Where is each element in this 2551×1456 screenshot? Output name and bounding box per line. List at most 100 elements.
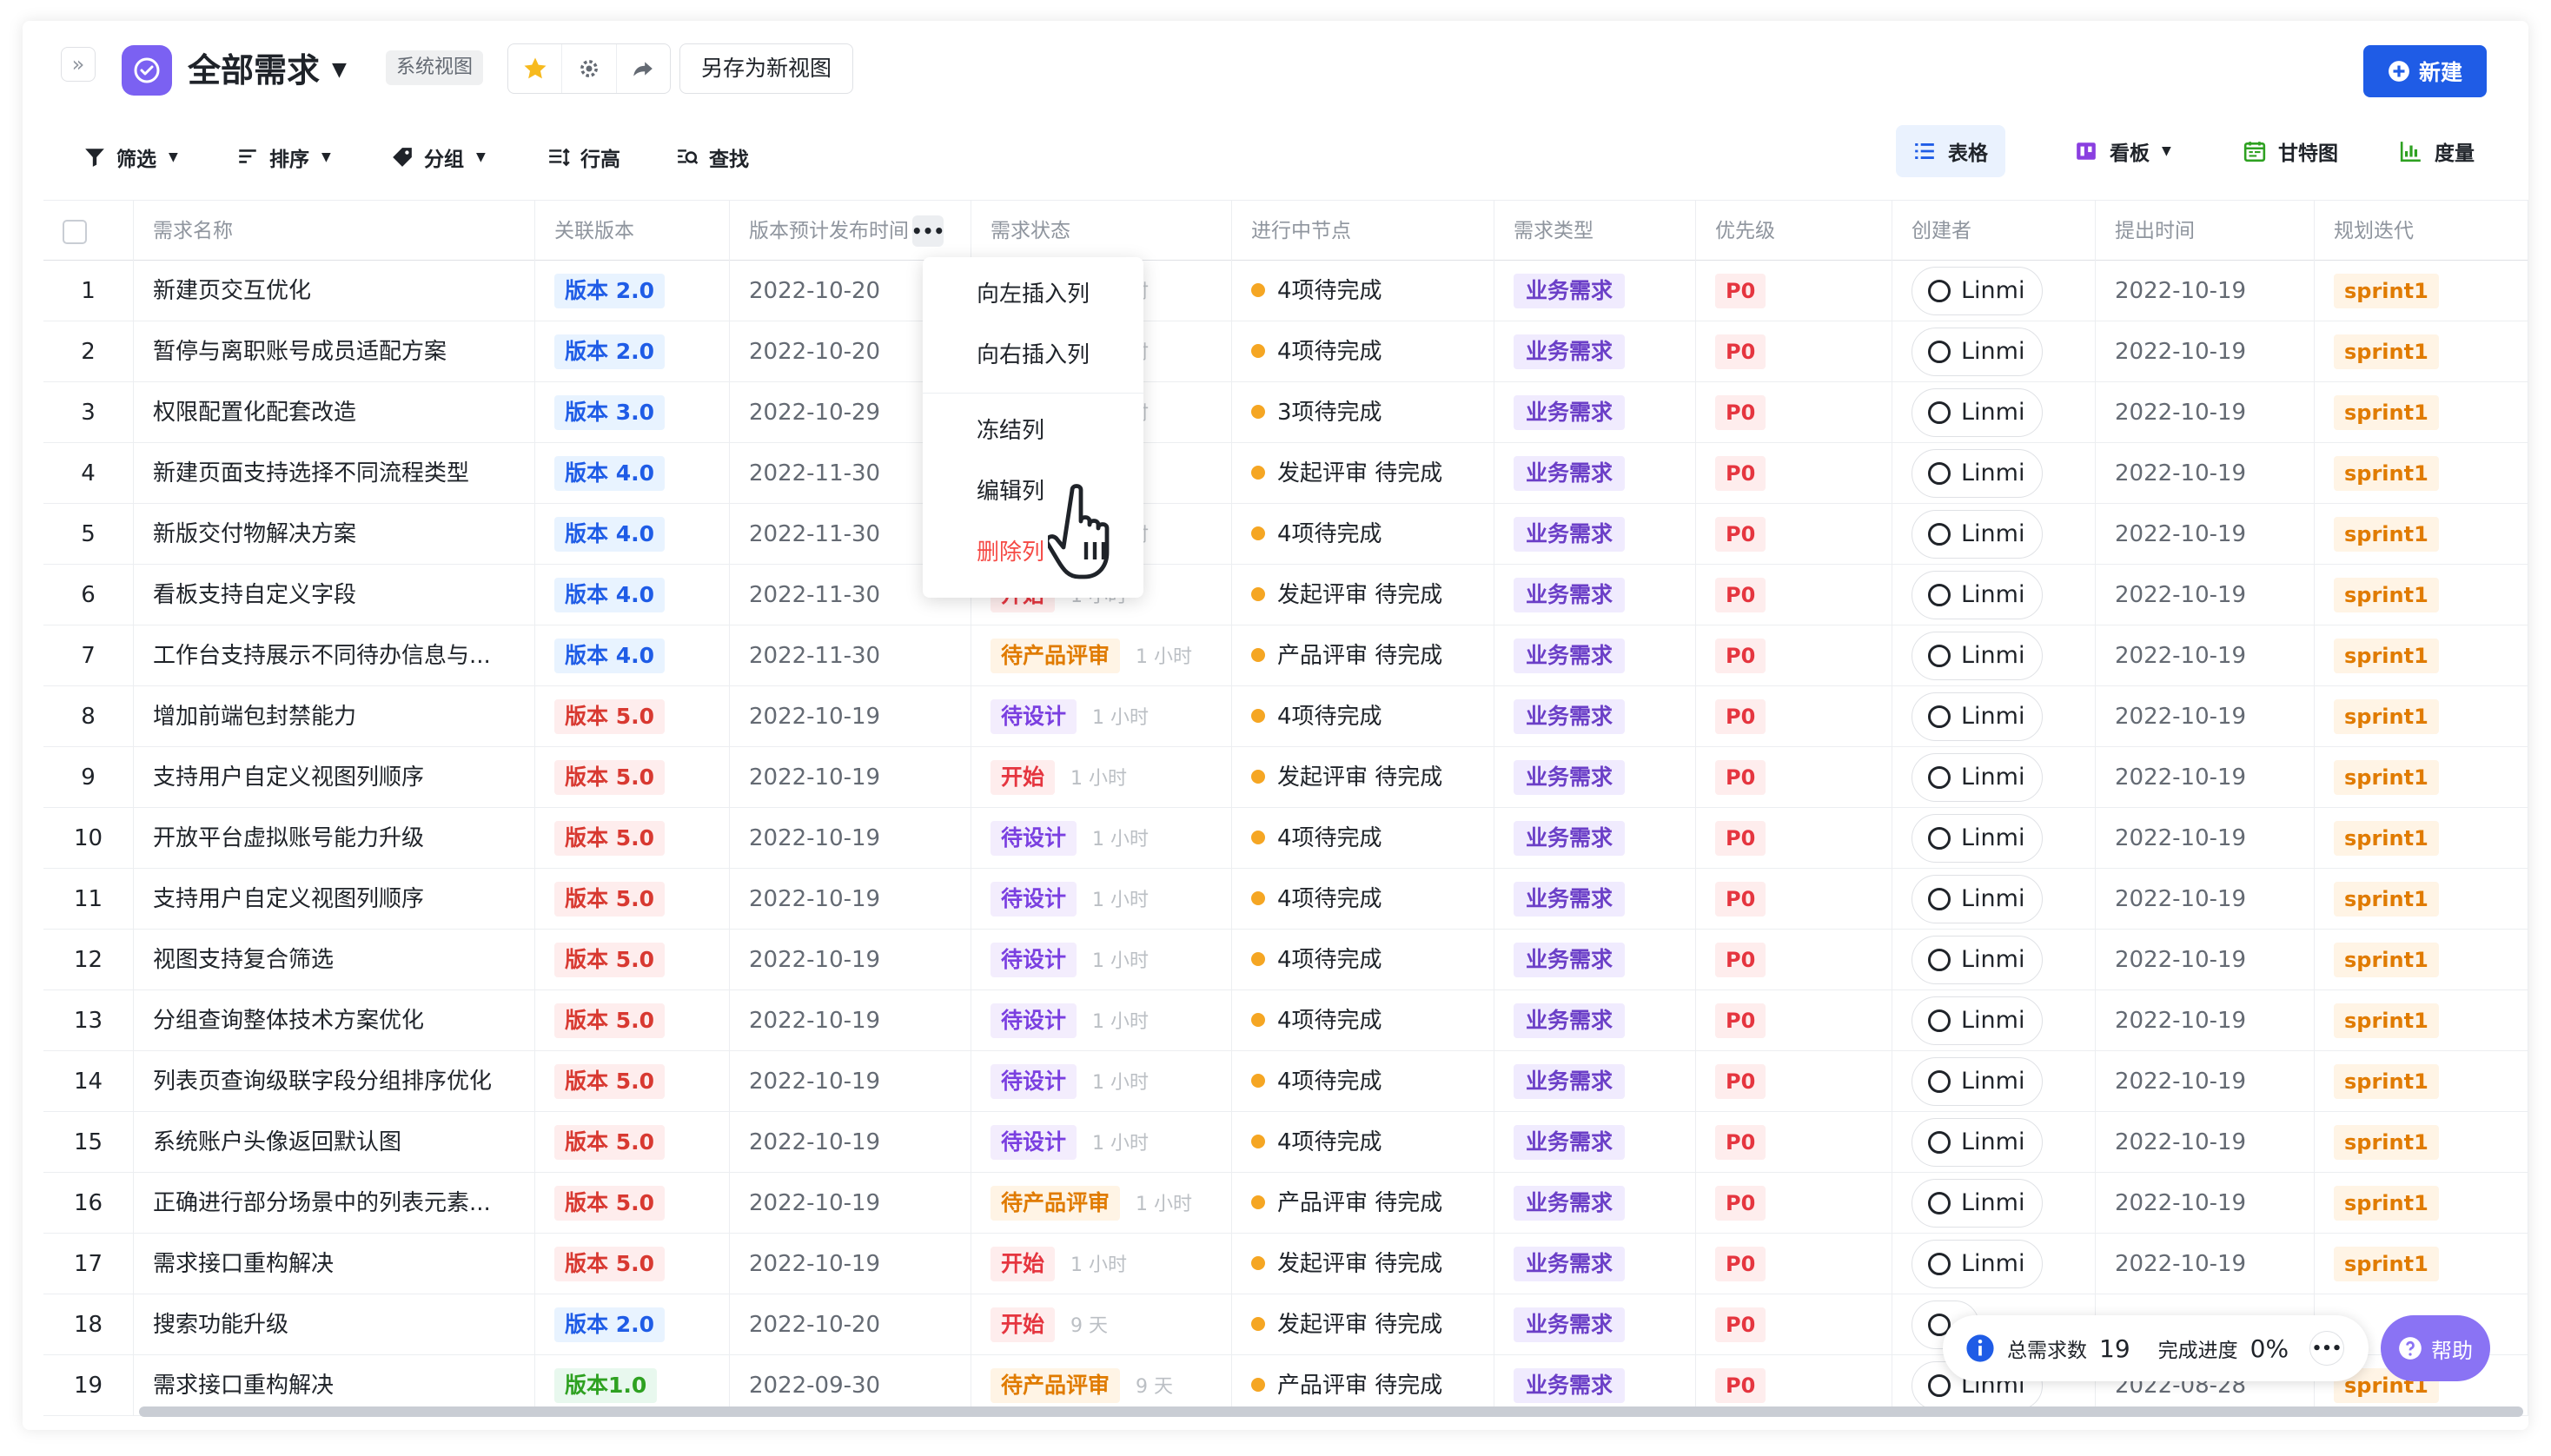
- created-cell[interactable]: 2022-10-19: [2096, 747, 2315, 808]
- type-cell[interactable]: 业务需求: [1494, 625, 1696, 686]
- sprint-cell[interactable]: sprint1: [2315, 321, 2528, 382]
- row-number-cell[interactable]: 15: [43, 1112, 134, 1173]
- type-cell[interactable]: 业务需求: [1494, 261, 1696, 321]
- row-number-cell[interactable]: 8: [43, 686, 134, 747]
- name-cell[interactable]: 新建页面支持选择不同流程类型: [134, 443, 535, 504]
- creator-cell[interactable]: Linmi: [1892, 504, 2096, 565]
- node-cell[interactable]: 发起评审 待完成: [1232, 1234, 1494, 1294]
- type-cell[interactable]: 业务需求: [1494, 1294, 1696, 1355]
- tab-table[interactable]: 表格: [1896, 125, 2005, 177]
- node-cell[interactable]: 发起评审 待完成: [1232, 1294, 1494, 1355]
- table-row[interactable]: 5新版交付物解决方案版本 4.02022-11-30待设计1 小时4项待完成业务…: [43, 504, 2528, 565]
- sprint-cell[interactable]: sprint1: [2315, 1234, 2528, 1294]
- type-cell[interactable]: 业务需求: [1494, 686, 1696, 747]
- version-cell[interactable]: 版本 3.0: [535, 382, 730, 443]
- version-cell[interactable]: 版本 5.0: [535, 990, 730, 1051]
- creator-cell[interactable]: Linmi: [1892, 869, 2096, 930]
- sprint-cell[interactable]: sprint1: [2315, 382, 2528, 443]
- release-date-cell[interactable]: 2022-10-19: [730, 808, 971, 869]
- sprint-cell[interactable]: sprint1: [2315, 1173, 2528, 1234]
- table-row[interactable]: 1新建页交互优化版本 2.02022-10-20待设计1 小时4项待完成业务需求…: [43, 261, 2528, 321]
- name-cell[interactable]: 分组查询整体技术方案优化: [134, 990, 535, 1051]
- type-cell[interactable]: 业务需求: [1494, 1234, 1696, 1294]
- node-cell[interactable]: 4项待完成: [1232, 261, 1494, 321]
- node-cell[interactable]: 4项待完成: [1232, 686, 1494, 747]
- name-cell[interactable]: 暂停与离职账号成员适配方案: [134, 321, 535, 382]
- status-cell[interactable]: 开始 1 小时: [971, 747, 1232, 808]
- horizontal-scrollbar[interactable]: [139, 1406, 2523, 1417]
- row-number-cell[interactable]: 16: [43, 1173, 134, 1234]
- tab-board[interactable]: 看板 ▼: [2057, 125, 2189, 177]
- priority-cell[interactable]: P0: [1696, 1173, 1892, 1234]
- select-all-checkbox[interactable]: [63, 220, 87, 244]
- creator-cell[interactable]: Linmi: [1892, 443, 2096, 504]
- row-number-cell[interactable]: 4: [43, 443, 134, 504]
- sprint-cell[interactable]: sprint1: [2315, 625, 2528, 686]
- version-cell[interactable]: 版本 5.0: [535, 1112, 730, 1173]
- name-cell[interactable]: 工作台支持展示不同待办信息与...: [134, 625, 535, 686]
- table-row[interactable]: 17 需求接口重构解决 版本 5.0 2022-10-19 开始 1 小时 发起评审 待完成…: [43, 1234, 2528, 1294]
- table-row[interactable]: 4新建页面支持选择不同流程类型版本 4.02022-11-30开始1 小时发起评…: [43, 443, 2528, 504]
- share-icon[interactable]: [617, 44, 670, 93]
- release-date-cell[interactable]: 2022-10-19: [730, 990, 971, 1051]
- version-cell[interactable]: 版本 5.0: [535, 1051, 730, 1112]
- status-cell[interactable]: 待设计 1 小时: [971, 990, 1232, 1051]
- type-cell[interactable]: 业务需求: [1494, 1173, 1696, 1234]
- gear-icon[interactable]: [562, 44, 617, 93]
- created-cell[interactable]: 2022-10-19: [2096, 625, 2315, 686]
- created-cell[interactable]: 2022-10-19: [2096, 321, 2315, 382]
- created-cell[interactable]: 2022-10-19: [2096, 686, 2315, 747]
- header-col-status[interactable]: 需求状态: [971, 201, 1232, 261]
- name-cell[interactable]: 新建页交互优化: [134, 261, 535, 321]
- row-number-cell[interactable]: 10: [43, 808, 134, 869]
- priority-cell[interactable]: P0: [1696, 321, 1892, 382]
- created-cell[interactable]: 2022-10-19: [2096, 930, 2315, 990]
- group-button[interactable]: 分组 ▼: [391, 136, 486, 179]
- name-cell[interactable]: 支持用户自定义视图列顺序: [134, 747, 535, 808]
- table-row[interactable]: 2暂停与离职账号成员适配方案版本 2.02022-10-20待设计1 小时4项待…: [43, 321, 2528, 382]
- header-col-node[interactable]: 进行中节点: [1232, 201, 1494, 261]
- table-row[interactable]: 6看板支持自定义字段版本 4.02022-11-30开始1 小时发起评审 待完成…: [43, 565, 2528, 625]
- sprint-cell[interactable]: sprint1: [2315, 1051, 2528, 1112]
- node-cell[interactable]: 产品评审 待完成: [1232, 1173, 1494, 1234]
- node-cell[interactable]: 4项待完成: [1232, 808, 1494, 869]
- name-cell[interactable]: 新版交付物解决方案: [134, 504, 535, 565]
- type-cell[interactable]: 业务需求: [1494, 1051, 1696, 1112]
- priority-cell[interactable]: P0: [1696, 869, 1892, 930]
- name-cell[interactable]: 支持用户自定义视图列顺序: [134, 869, 535, 930]
- created-cell[interactable]: 2022-10-19: [2096, 565, 2315, 625]
- header-col-priority[interactable]: 优先级: [1696, 201, 1892, 261]
- type-cell[interactable]: 业务需求: [1494, 930, 1696, 990]
- tab-measure[interactable]: 度量: [2382, 125, 2492, 177]
- menu-item-freeze[interactable]: 冻结列: [923, 400, 1143, 461]
- type-cell[interactable]: 业务需求: [1494, 382, 1696, 443]
- type-cell[interactable]: 业务需求: [1494, 990, 1696, 1051]
- priority-cell[interactable]: P0: [1696, 382, 1892, 443]
- row-number-cell[interactable]: 11: [43, 869, 134, 930]
- name-cell[interactable]: 正确进行部分场景中的列表元素...: [134, 1173, 535, 1234]
- creator-cell[interactable]: Linmi: [1892, 1234, 2096, 1294]
- priority-cell[interactable]: P0: [1696, 808, 1892, 869]
- creator-cell[interactable]: Linmi: [1892, 930, 2096, 990]
- status-cell[interactable]: 待设计 1 小时: [971, 1051, 1232, 1112]
- version-cell[interactable]: 版本 5.0: [535, 747, 730, 808]
- sprint-cell[interactable]: sprint1: [2315, 1112, 2528, 1173]
- version-cell[interactable]: 版本 2.0: [535, 1294, 730, 1355]
- row-number-cell[interactable]: 2: [43, 321, 134, 382]
- version-cell[interactable]: 版本 4.0: [535, 625, 730, 686]
- table-row[interactable]: 15 系统账户头像返回默认图 版本 5.0 2022-10-19 待设计 1 小时 4项待完…: [43, 1112, 2528, 1173]
- name-cell[interactable]: 增加前端包封禁能力: [134, 686, 535, 747]
- type-cell[interactable]: 业务需求: [1494, 1112, 1696, 1173]
- priority-cell[interactable]: P0: [1696, 504, 1892, 565]
- header-col-created[interactable]: 提出时间: [2096, 201, 2315, 261]
- creator-cell[interactable]: Linmi: [1892, 686, 2096, 747]
- priority-cell[interactable]: P0: [1696, 930, 1892, 990]
- type-cell[interactable]: 业务需求: [1494, 504, 1696, 565]
- header-col-sprint[interactable]: 规划迭代: [2315, 201, 2528, 261]
- release-date-cell[interactable]: 2022-10-19: [730, 686, 971, 747]
- status-cell[interactable]: 待设计 1 小时: [971, 686, 1232, 747]
- creator-cell[interactable]: Linmi: [1892, 382, 2096, 443]
- name-cell[interactable]: 搜索功能升级: [134, 1294, 535, 1355]
- row-number-cell[interactable]: 12: [43, 930, 134, 990]
- creator-cell[interactable]: Linmi: [1892, 747, 2096, 808]
